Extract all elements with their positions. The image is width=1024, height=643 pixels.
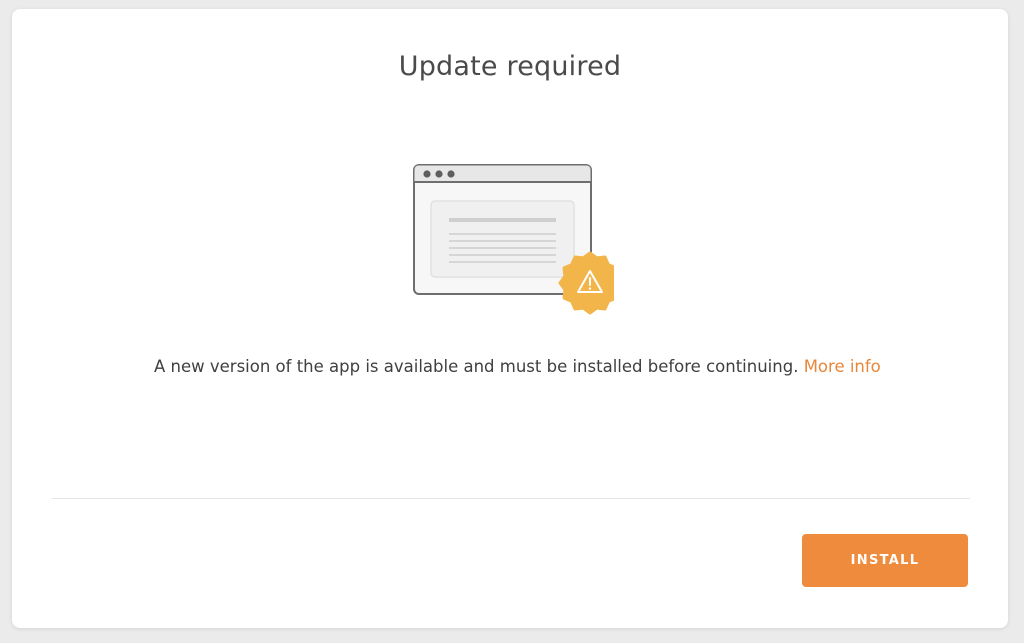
install-button[interactable]: INSTALL xyxy=(802,534,968,587)
message-text: A new version of the app is available an… xyxy=(154,357,799,376)
update-illustration xyxy=(413,164,614,315)
update-message: A new version of the app is available an… xyxy=(154,354,884,379)
dialog-title: Update required xyxy=(398,51,622,82)
update-dialog: Update required A new version of the app… xyxy=(12,9,1008,628)
more-info-link[interactable]: More info xyxy=(804,357,881,376)
footer-divider xyxy=(52,498,970,499)
